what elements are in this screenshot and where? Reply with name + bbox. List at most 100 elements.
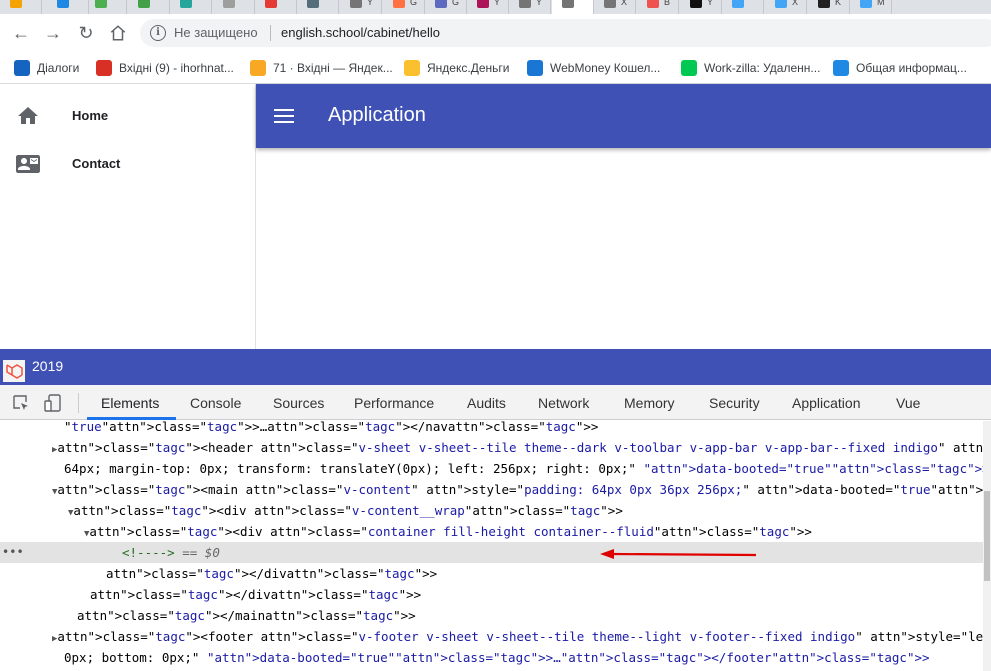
dom-node-text: attn">class="tagc"></mainattn">class="ta… bbox=[77, 608, 416, 623]
browser-tab-strip: YGGYYXBYXKM bbox=[0, 0, 991, 14]
dom-node-line[interactable]: attn">class="tagc"></divattn">class="tag… bbox=[0, 584, 983, 605]
address-bar[interactable]: i Не защищено english.school/cabinet/hel… bbox=[140, 19, 991, 47]
devtools-tab-application[interactable]: Application bbox=[792, 395, 861, 411]
app-viewport: Home Contact Application bbox=[0, 84, 991, 349]
nav-item-home[interactable]: Home bbox=[0, 92, 256, 140]
security-label[interactable]: Не защищено bbox=[174, 25, 258, 40]
tab-favicon-icon bbox=[860, 0, 872, 8]
navigation-drawer: Home Contact bbox=[0, 84, 256, 349]
more-options-icon[interactable]: ••• bbox=[2, 542, 24, 563]
dom-node-line[interactable]: ▶attn">class="tagc"><footer attn">class=… bbox=[0, 626, 983, 647]
dom-node-text: 64px; margin-top: 0px; transform: transl… bbox=[64, 461, 983, 476]
browser-tab[interactable] bbox=[170, 0, 212, 14]
bookmark-item[interactable]: Work-zilla: Удаленн... bbox=[681, 58, 820, 78]
browser-tab[interactable]: K bbox=[808, 0, 850, 14]
home-browser-icon[interactable] bbox=[107, 22, 129, 44]
bookmark-favicon-icon bbox=[833, 60, 849, 76]
bookmark-label: Вхідні (9) - ihorhnat... bbox=[119, 61, 234, 75]
devtools-tab-console[interactable]: Console bbox=[190, 395, 241, 411]
tab-favicon-icon bbox=[350, 0, 362, 8]
tab-title: B bbox=[664, 0, 671, 7]
scrollbar-thumb[interactable] bbox=[984, 491, 990, 581]
url-text[interactable]: english.school/cabinet/hello bbox=[281, 25, 440, 40]
browser-tab[interactable] bbox=[255, 0, 297, 14]
devtools-tab-sources[interactable]: Sources bbox=[273, 395, 324, 411]
home-icon bbox=[18, 107, 38, 124]
browser-tab[interactable]: Y bbox=[680, 0, 722, 14]
dom-node-text: <!----> == $0 bbox=[122, 545, 220, 560]
dom-node-line[interactable]: 64px; margin-top: 0px; transform: transl… bbox=[0, 458, 983, 479]
bookmark-item[interactable]: Яндекс.Деньги bbox=[404, 58, 509, 78]
devtools-tab-vue[interactable]: Vue bbox=[896, 395, 920, 411]
bookmarks-bar: Діалоги Вхідні (9) - ihorhnat... 71 · Вхід… bbox=[0, 52, 991, 84]
tab-title: Y bbox=[367, 0, 374, 7]
devtools-tab-elements[interactable]: Elements bbox=[101, 395, 159, 411]
dom-node-line[interactable]: ▼attn">class="tagc"><main attn">class="v… bbox=[0, 479, 983, 500]
browser-tab[interactable]: X bbox=[765, 0, 807, 14]
back-arrow-icon[interactable]: ← bbox=[10, 22, 32, 44]
bookmark-item[interactable]: Вхідні (9) - ihorhnat... bbox=[96, 58, 234, 78]
tab-title: Y bbox=[536, 0, 543, 7]
browser-tab[interactable] bbox=[552, 0, 594, 14]
forward-arrow-icon[interactable]: → bbox=[42, 22, 64, 44]
tab-favicon-icon bbox=[818, 0, 830, 8]
nav-item-contact[interactable]: Contact bbox=[0, 140, 256, 188]
elements-scrollbar[interactable] bbox=[983, 421, 991, 671]
tab-favicon-icon bbox=[138, 0, 150, 8]
tab-title: M bbox=[877, 0, 885, 7]
menu-icon[interactable] bbox=[274, 109, 294, 123]
dom-node-line[interactable]: 0px; bottom: 0px;" "attn">data-booted="t… bbox=[0, 647, 983, 668]
bookmark-item[interactable]: 71 · Вхідні — Яндек... bbox=[250, 58, 393, 78]
devtools-tab-security[interactable]: Security bbox=[709, 395, 760, 411]
dom-node-line[interactable]: ▼attn">class="tagc"><div attn">class="co… bbox=[0, 521, 983, 542]
bookmark-item[interactable]: WebMoney Кошел... bbox=[527, 58, 660, 78]
browser-tab[interactable] bbox=[128, 0, 170, 14]
tab-title: K bbox=[835, 0, 842, 7]
selected-dom-node[interactable]: <!----> == $0 ••• bbox=[0, 542, 983, 563]
browser-toolbar: ← → ↻ i Не защищено english.school/cabin… bbox=[0, 14, 991, 52]
browser-tab[interactable]: Y bbox=[467, 0, 509, 14]
dom-node-line[interactable]: attn">class="tagc"></mainattn">class="ta… bbox=[0, 605, 983, 626]
app-bar: Application bbox=[256, 84, 991, 148]
devtools-tab-performance[interactable]: Performance bbox=[354, 395, 434, 411]
browser-tab[interactable] bbox=[85, 0, 127, 14]
tab-title: X bbox=[621, 0, 628, 7]
bookmark-item[interactable]: Общая информац... bbox=[833, 58, 967, 78]
dom-node-line[interactable]: "true"attn">class="tagc">>…attn">class="… bbox=[0, 421, 983, 437]
device-toolbar-icon[interactable] bbox=[44, 394, 62, 412]
tab-favicon-icon bbox=[223, 0, 235, 8]
browser-tab[interactable]: M bbox=[850, 0, 892, 14]
dom-node-text: attn">class="tagc"></divattn">class="tag… bbox=[106, 566, 438, 581]
bookmark-label: Яндекс.Деньги bbox=[427, 61, 510, 75]
inspect-element-icon[interactable] bbox=[12, 394, 30, 412]
reload-icon[interactable]: ↻ bbox=[75, 22, 97, 44]
browser-tab[interactable] bbox=[722, 0, 764, 14]
annotation-arrow bbox=[600, 549, 757, 559]
tab-favicon-icon bbox=[307, 0, 319, 8]
browser-tab[interactable]: B bbox=[637, 0, 679, 14]
bookmark-favicon-icon bbox=[527, 60, 543, 76]
dom-node-line[interactable]: attn">class="tagc"></divattn">class="tag… bbox=[0, 563, 983, 584]
info-icon[interactable]: i bbox=[150, 25, 166, 41]
omnibox-divider bbox=[270, 25, 271, 41]
devtools-tab-audits[interactable]: Audits bbox=[467, 395, 506, 411]
browser-tab[interactable] bbox=[0, 0, 42, 14]
devtools-tab-network[interactable]: Network bbox=[538, 395, 589, 411]
dom-node-line[interactable]: ▶attn">class="tagc"><header attn">class=… bbox=[0, 437, 983, 458]
dom-node-line[interactable]: ▼attn">class="tagc"><div attn">class="v-… bbox=[0, 500, 983, 521]
elements-tree: "true"attn">class="tagc">>…attn">class="… bbox=[0, 421, 983, 671]
footer-text: 2019 bbox=[32, 358, 64, 374]
bookmark-item[interactable]: Діалоги bbox=[14, 58, 79, 78]
bookmark-favicon-icon bbox=[681, 60, 697, 76]
browser-tab[interactable]: X bbox=[594, 0, 636, 14]
browser-tab[interactable]: G bbox=[383, 0, 425, 14]
browser-tab[interactable]: G bbox=[425, 0, 467, 14]
browser-tab[interactable] bbox=[213, 0, 255, 14]
browser-tab[interactable]: Y bbox=[509, 0, 551, 14]
tab-title: G bbox=[410, 0, 418, 7]
tab-favicon-icon bbox=[435, 0, 447, 8]
devtools-tab-memory[interactable]: Memory bbox=[624, 395, 675, 411]
browser-tab[interactable] bbox=[47, 0, 89, 14]
browser-tab[interactable]: Y bbox=[340, 0, 382, 14]
browser-tab[interactable] bbox=[297, 0, 339, 14]
